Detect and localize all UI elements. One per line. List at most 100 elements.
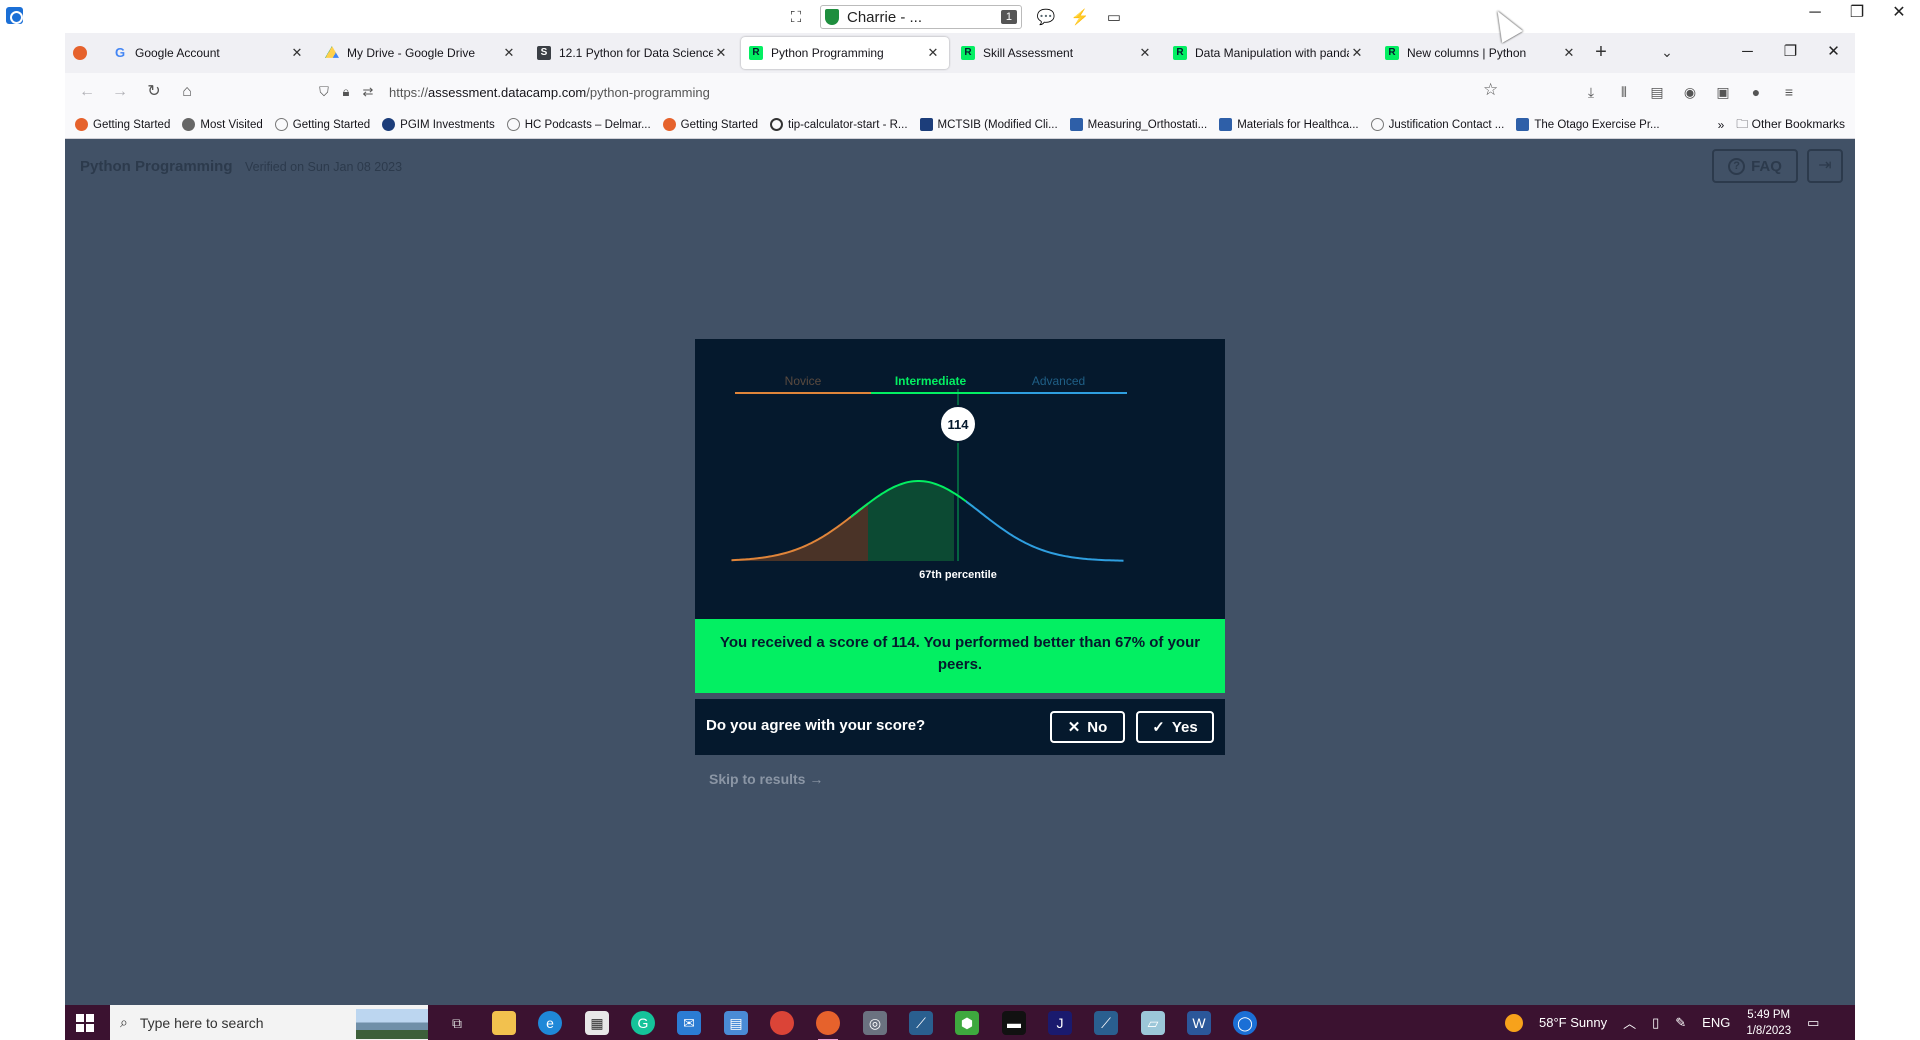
store-icon[interactable]: ▦ xyxy=(585,1011,609,1035)
bookmark-item[interactable]: tip-calculator-start - R... xyxy=(770,118,908,131)
home-icon[interactable]: ⌂ xyxy=(175,80,199,104)
tab-python-programming[interactable]: R Python Programming ✕ xyxy=(741,37,949,69)
new-tab-button[interactable]: + xyxy=(1589,41,1613,65)
chevron-double-right-icon[interactable]: » xyxy=(1718,118,1725,132)
shield-icon[interactable]: ⛉ xyxy=(313,84,335,100)
lock-icon[interactable]: 🔒︎ xyxy=(335,84,357,100)
chevron-down-icon[interactable]: ⌄ xyxy=(1655,41,1679,65)
monitor-icon[interactable]: ▭ xyxy=(1104,8,1124,26)
yes-label: Yes xyxy=(1171,718,1198,736)
close-icon[interactable]: ✕ xyxy=(501,45,517,61)
ide-icon[interactable]: J xyxy=(1048,1011,1072,1035)
tab-skill-assessment[interactable]: R Skill Assessment ✕ xyxy=(953,37,1161,69)
tab-new-columns[interactable]: R New columns | Python ✕ xyxy=(1377,37,1585,69)
close-icon[interactable]: ✕ xyxy=(1349,45,1365,61)
url-bar[interactable]: ⛉ 🔒︎ ⇄ https://assessment.datacamp.com/p… xyxy=(313,79,1578,105)
bookmark-item[interactable]: Getting Started xyxy=(274,118,370,131)
close-icon[interactable]: ✕ xyxy=(1137,45,1153,61)
notes-icon[interactable]: ▱ xyxy=(1141,1011,1165,1035)
restore-icon[interactable]: ❐ xyxy=(1836,0,1878,28)
taskbar-search[interactable]: ⌕ Type here to search xyxy=(110,1005,428,1040)
pen-icon[interactable]: ✎ xyxy=(1675,1015,1686,1031)
close-icon[interactable]: ✕ xyxy=(289,45,305,61)
terminal-icon[interactable]: ▬ xyxy=(1002,1011,1026,1035)
url-text[interactable]: https://assessment.datacamp.com/python-p… xyxy=(389,85,710,100)
device-icon[interactable]: ▯ xyxy=(1652,1015,1659,1031)
no-button[interactable]: ✕ No xyxy=(1050,711,1125,743)
tab-title: Skill Assessment xyxy=(983,46,1074,60)
file-explorer-icon[interactable] xyxy=(492,1011,516,1035)
chevron-up-icon[interactable]: ︿ xyxy=(1623,1013,1636,1032)
grammarly-icon[interactable]: G xyxy=(631,1011,655,1035)
level-label-intermediate: Intermediate xyxy=(895,374,967,388)
close-icon[interactable]: ✕ xyxy=(1561,45,1577,61)
close-icon[interactable]: ✕ xyxy=(713,45,729,61)
chrome-icon[interactable] xyxy=(770,1011,794,1035)
close-icon[interactable]: ✕ xyxy=(1812,33,1855,73)
clock[interactable]: 5:49 PM 1/8/2023 xyxy=(1746,1007,1791,1039)
close-icon[interactable]: ✕ xyxy=(925,45,941,61)
bookmark-item[interactable]: The Otago Exercise Pr... xyxy=(1516,118,1660,131)
session-selector[interactable]: Charrie - ... 1 xyxy=(820,5,1022,29)
weather-text[interactable]: 58°F Sunny xyxy=(1539,1015,1607,1030)
reload-icon[interactable]: ↻ xyxy=(142,80,166,104)
bookmark-item[interactable]: Justification Contact ... xyxy=(1370,118,1504,131)
remote-desktop-icon[interactable]: ◯ xyxy=(1233,1011,1257,1035)
other-bookmarks[interactable]: 🗀︎ Other Bookmarks xyxy=(1736,115,1845,136)
word-icon[interactable]: W xyxy=(1187,1011,1211,1035)
notification-icon[interactable]: ▭ xyxy=(1807,1015,1819,1031)
tab-google-account[interactable]: G Google Account ✕ xyxy=(105,37,313,69)
faq-button[interactable]: ? FAQ xyxy=(1712,149,1798,183)
task-view-icon[interactable]: ⧉ xyxy=(445,1011,469,1035)
close-icon[interactable]: ✕ xyxy=(1878,0,1920,28)
camera-icon[interactable]: ◎ xyxy=(863,1011,887,1035)
yes-button[interactable]: ✓ Yes xyxy=(1136,711,1214,743)
bookmark-item[interactable]: Measuring_Orthostati... xyxy=(1069,118,1207,131)
bookmark-item[interactable]: PGIM Investments xyxy=(382,118,495,131)
bookmark-item[interactable]: Getting Started xyxy=(75,118,170,131)
tab-data-manipulation[interactable]: R Data Manipulation with pandas ✕ xyxy=(1165,37,1373,69)
minimize-icon[interactable]: ─ xyxy=(1726,33,1769,73)
back-icon[interactable]: ← xyxy=(75,80,99,104)
bookmark-item[interactable]: Most Visited xyxy=(182,118,263,131)
remote-app-icon[interactable] xyxy=(6,7,23,24)
permissions-icon[interactable]: ⇄ xyxy=(357,84,379,100)
fullscreen-icon[interactable]: ⛶ xyxy=(786,9,806,26)
remote-screen: G Google Account ✕ My Drive - Google Dri… xyxy=(65,33,1855,1040)
bookmark-item[interactable]: MCTSIB (Modified Cli... xyxy=(919,118,1058,131)
minimize-icon[interactable]: ─ xyxy=(1794,0,1836,28)
language-indicator[interactable]: ENG xyxy=(1702,1015,1730,1030)
windows-start-button[interactable] xyxy=(65,1005,105,1040)
globe-icon xyxy=(506,118,520,131)
tab-title: Google Account xyxy=(135,46,220,60)
edge-icon[interactable]: e xyxy=(538,1011,562,1035)
sidebar-icon[interactable]: ▤ xyxy=(1646,80,1668,104)
bookmark-item[interactable]: HC Podcasts – Delmar... xyxy=(506,118,651,131)
sql-tool-icon[interactable]: ⟋ xyxy=(909,1011,933,1035)
tab-firefox-view[interactable] xyxy=(67,37,93,69)
account-icon[interactable]: ● xyxy=(1745,80,1767,104)
skip-to-results-link[interactable]: Skip to results → xyxy=(709,771,823,787)
extension-folder-icon[interactable]: ▣ xyxy=(1712,80,1734,104)
node-icon[interactable]: ⬢ xyxy=(955,1011,979,1035)
restore-icon[interactable]: ❐ xyxy=(1769,33,1812,73)
bookmark-item[interactable]: Materials for Healthca... xyxy=(1219,118,1359,131)
tab-python-data-science[interactable]: S 12.1 Python for Data Science - S ✕ xyxy=(529,37,737,69)
firefox-icon[interactable] xyxy=(816,1011,840,1040)
bookmark-item[interactable]: Getting Started xyxy=(662,118,758,131)
menu-icon[interactable]: ≡ xyxy=(1778,80,1800,104)
outlook-icon[interactable]: ✉ xyxy=(677,1011,701,1035)
download-icon[interactable]: ⤓ xyxy=(1580,80,1602,104)
page-content: Python Programming Verified on Sun Jan 0… xyxy=(65,139,1855,1005)
remote-desktop-bar: ⛶ Charrie - ... 1 💬 ⚡ ▭ ─ ❐ ✕ xyxy=(0,0,1920,33)
star-icon[interactable]: ☆ xyxy=(1483,80,1498,100)
exit-button[interactable]: ⇥ xyxy=(1807,149,1843,183)
calculator-icon[interactable]: ▤ xyxy=(724,1011,748,1035)
sql-tool-2-icon[interactable]: ⟋ xyxy=(1094,1011,1118,1035)
chat-icon[interactable]: 💬 xyxy=(1036,8,1056,26)
extension-c-icon[interactable]: ◉ xyxy=(1679,80,1701,104)
tab-google-drive[interactable]: My Drive - Google Drive ✕ xyxy=(317,37,525,69)
lightning-icon[interactable]: ⚡ xyxy=(1070,8,1090,26)
forward-icon[interactable]: → xyxy=(108,80,132,104)
library-icon[interactable]: ⫴ xyxy=(1613,80,1635,104)
